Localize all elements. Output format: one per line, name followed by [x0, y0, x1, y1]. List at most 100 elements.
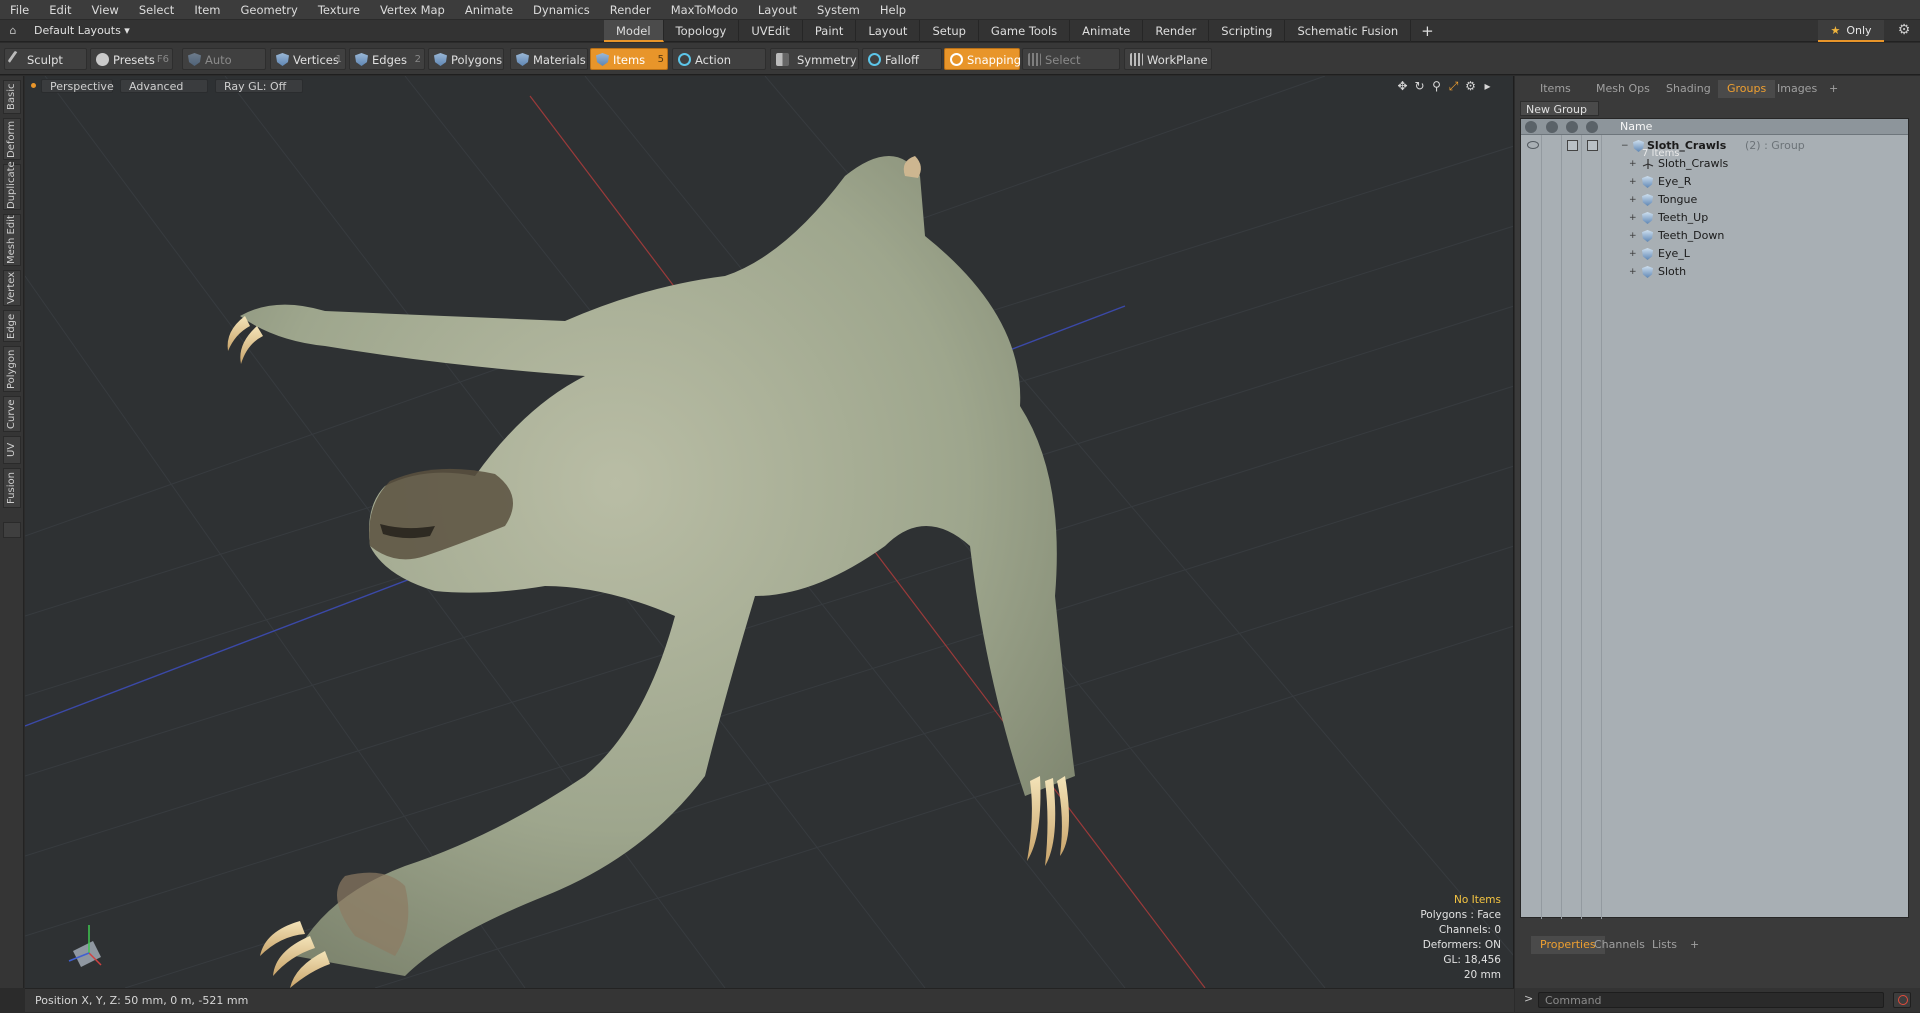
action-center-button[interactable]: Action Center	[672, 48, 766, 89]
vertices-button[interactable]: Vertices 1	[270, 48, 346, 70]
panel-tab-mesh-ops[interactable]: Mesh Ops	[1587, 80, 1659, 98]
left-tab-fusion[interactable]: Fusion	[3, 468, 21, 508]
maximize-icon[interactable]: ⤢	[1446, 79, 1461, 94]
only-toggle[interactable]: ★ Only	[1818, 20, 1884, 42]
menu-system[interactable]: System	[807, 0, 870, 20]
menu-maxtomodo[interactable]: MaxToModo	[661, 0, 748, 20]
render-col-icon[interactable]	[1546, 121, 1558, 133]
bottom-tab-lists[interactable]: Lists	[1643, 936, 1686, 954]
panel-tab-images[interactable]: Images	[1768, 80, 1826, 98]
select-col-icon[interactable]	[1586, 121, 1598, 133]
expand-arrow-icon[interactable]: ▸	[1480, 79, 1495, 94]
menu-item[interactable]: Item	[184, 0, 230, 20]
3d-viewport[interactable]: Perspective Advanced Ray GL: Off ✥ ↻ ⚲ ⤢…	[25, 76, 1514, 988]
expand-icon[interactable]: +	[1629, 245, 1637, 263]
left-tab-edge[interactable]: Edge	[3, 310, 21, 342]
panel-add-tab-button[interactable]: +	[1820, 80, 1847, 98]
tab-paint[interactable]: Paint	[803, 20, 857, 42]
falloff-button[interactable]: Falloff	[862, 48, 942, 70]
menu-animate[interactable]: Animate	[455, 0, 523, 20]
left-tab-duplicate[interactable]: Duplicate	[3, 161, 21, 210]
group-child-row[interactable]: + Tongue	[1521, 191, 1908, 209]
group-child-row[interactable]: + Sloth_Crawls	[1521, 155, 1908, 173]
home-icon[interactable]: ⌂	[6, 24, 20, 37]
menu-select[interactable]: Select	[129, 0, 184, 20]
menu-vertex-map[interactable]: Vertex Map	[370, 0, 455, 20]
menu-file[interactable]: File	[0, 0, 39, 20]
rotate-icon[interactable]: ↻	[1412, 79, 1427, 94]
left-tab-uv[interactable]: UV	[3, 436, 21, 464]
left-tab-polygon[interactable]: Polygon	[3, 346, 21, 392]
visibility-col-icon[interactable]	[1525, 121, 1537, 133]
bottom-add-tab-button[interactable]: +	[1681, 936, 1708, 954]
panel-tab-items[interactable]: Items	[1531, 80, 1580, 98]
left-strip-toggle-button[interactable]	[3, 522, 21, 538]
items-button[interactable]: Items 5	[590, 48, 668, 70]
select-through-button[interactable]: Select Through	[1022, 48, 1120, 89]
expand-icon[interactable]: +	[1629, 263, 1637, 281]
tab-scripting[interactable]: Scripting	[1209, 20, 1286, 42]
expand-icon[interactable]: +	[1629, 173, 1637, 191]
view-mode-button[interactable]: Perspective	[41, 79, 114, 93]
menu-texture[interactable]: Texture	[308, 0, 370, 20]
eye-icon[interactable]	[1527, 141, 1539, 149]
lock-checkbox[interactable]	[1567, 140, 1578, 151]
tab-setup[interactable]: Setup	[920, 20, 979, 42]
symmetry-button[interactable]: Symmetry	[770, 48, 859, 70]
menu-view[interactable]: View	[82, 0, 129, 20]
viewport-menu-dot[interactable]	[31, 83, 36, 88]
groups-list[interactable]: Name − Sloth_Crawls (2) : Group 7 Items …	[1520, 118, 1909, 919]
collapse-icon[interactable]: −	[1621, 137, 1629, 155]
group-child-row[interactable]: + Teeth_Up	[1521, 209, 1908, 227]
group-row[interactable]: − Sloth_Crawls (2) : Group	[1521, 137, 1908, 155]
gear-icon[interactable]: ⚙	[1895, 22, 1913, 40]
select-checkbox[interactable]	[1587, 140, 1598, 151]
expand-icon[interactable]: +	[1629, 227, 1637, 245]
group-child-row[interactable]: + Sloth	[1521, 263, 1908, 281]
materials-button[interactable]: Materials	[510, 48, 588, 70]
expand-icon[interactable]: +	[1629, 155, 1637, 173]
tab-schematic-fusion[interactable]: Schematic Fusion	[1285, 20, 1412, 42]
left-tab-curve[interactable]: Curve	[3, 396, 21, 432]
menu-edit[interactable]: Edit	[39, 0, 81, 20]
panel-tab-shading[interactable]: Shading	[1657, 80, 1720, 98]
tab-model[interactable]: Model	[604, 20, 664, 42]
tab-topology[interactable]: Topology	[664, 20, 740, 42]
group-child-row[interactable]: + Teeth_Down	[1521, 227, 1908, 245]
expand-icon[interactable]: +	[1629, 191, 1637, 209]
menu-layout[interactable]: Layout	[748, 0, 807, 20]
workplane-button[interactable]: WorkPlane	[1124, 48, 1212, 70]
add-tab-button[interactable]: +	[1411, 20, 1444, 42]
polygons-button[interactable]: Polygons	[428, 48, 504, 70]
menu-dynamics[interactable]: Dynamics	[523, 0, 600, 20]
left-tab-basic[interactable]: Basic	[3, 80, 21, 114]
group-child-row[interactable]: + Eye_L	[1521, 245, 1908, 263]
left-tab-mesh-edit[interactable]: Mesh Edit	[3, 214, 21, 266]
tab-uvedit[interactable]: UVEdit	[739, 20, 803, 42]
viewport-settings-icon[interactable]: ⚙	[1463, 79, 1478, 94]
menu-geometry[interactable]: Geometry	[231, 0, 308, 20]
group-child-row[interactable]: + Eye_R	[1521, 173, 1908, 191]
left-tab-vertex[interactable]: Vertex	[3, 270, 21, 306]
shading-mode-button[interactable]: Advanced	[120, 79, 208, 93]
lock-col-icon[interactable]	[1566, 121, 1578, 133]
raygl-button[interactable]: Ray GL: Off	[215, 79, 303, 93]
edges-button[interactable]: Edges 2	[349, 48, 425, 70]
tab-render[interactable]: Render	[1143, 20, 1210, 42]
menu-help[interactable]: Help	[870, 0, 916, 20]
expand-icon[interactable]: +	[1629, 209, 1637, 227]
zoom-icon[interactable]: ⚲	[1429, 79, 1444, 94]
auto-select-button[interactable]: Auto Select	[182, 48, 266, 89]
panel-tab-groups[interactable]: Groups	[1718, 80, 1776, 98]
tab-animate[interactable]: Animate	[1070, 20, 1144, 42]
layout-selector[interactable]: ⌂ Default Layouts ▾	[0, 24, 150, 37]
left-tab-deform[interactable]: Deform	[3, 118, 21, 160]
menu-render[interactable]: Render	[600, 0, 661, 20]
command-input[interactable]: Command	[1538, 992, 1884, 1008]
command-history-button[interactable]	[1893, 992, 1911, 1008]
pan-icon[interactable]: ✥	[1395, 79, 1410, 94]
presets-button[interactable]: Presets F6	[90, 48, 173, 70]
tab-game-tools[interactable]: Game Tools	[979, 20, 1071, 42]
snapping-button[interactable]: Snapping	[944, 48, 1021, 70]
sculpt-button[interactable]: Sculpt	[4, 48, 87, 70]
